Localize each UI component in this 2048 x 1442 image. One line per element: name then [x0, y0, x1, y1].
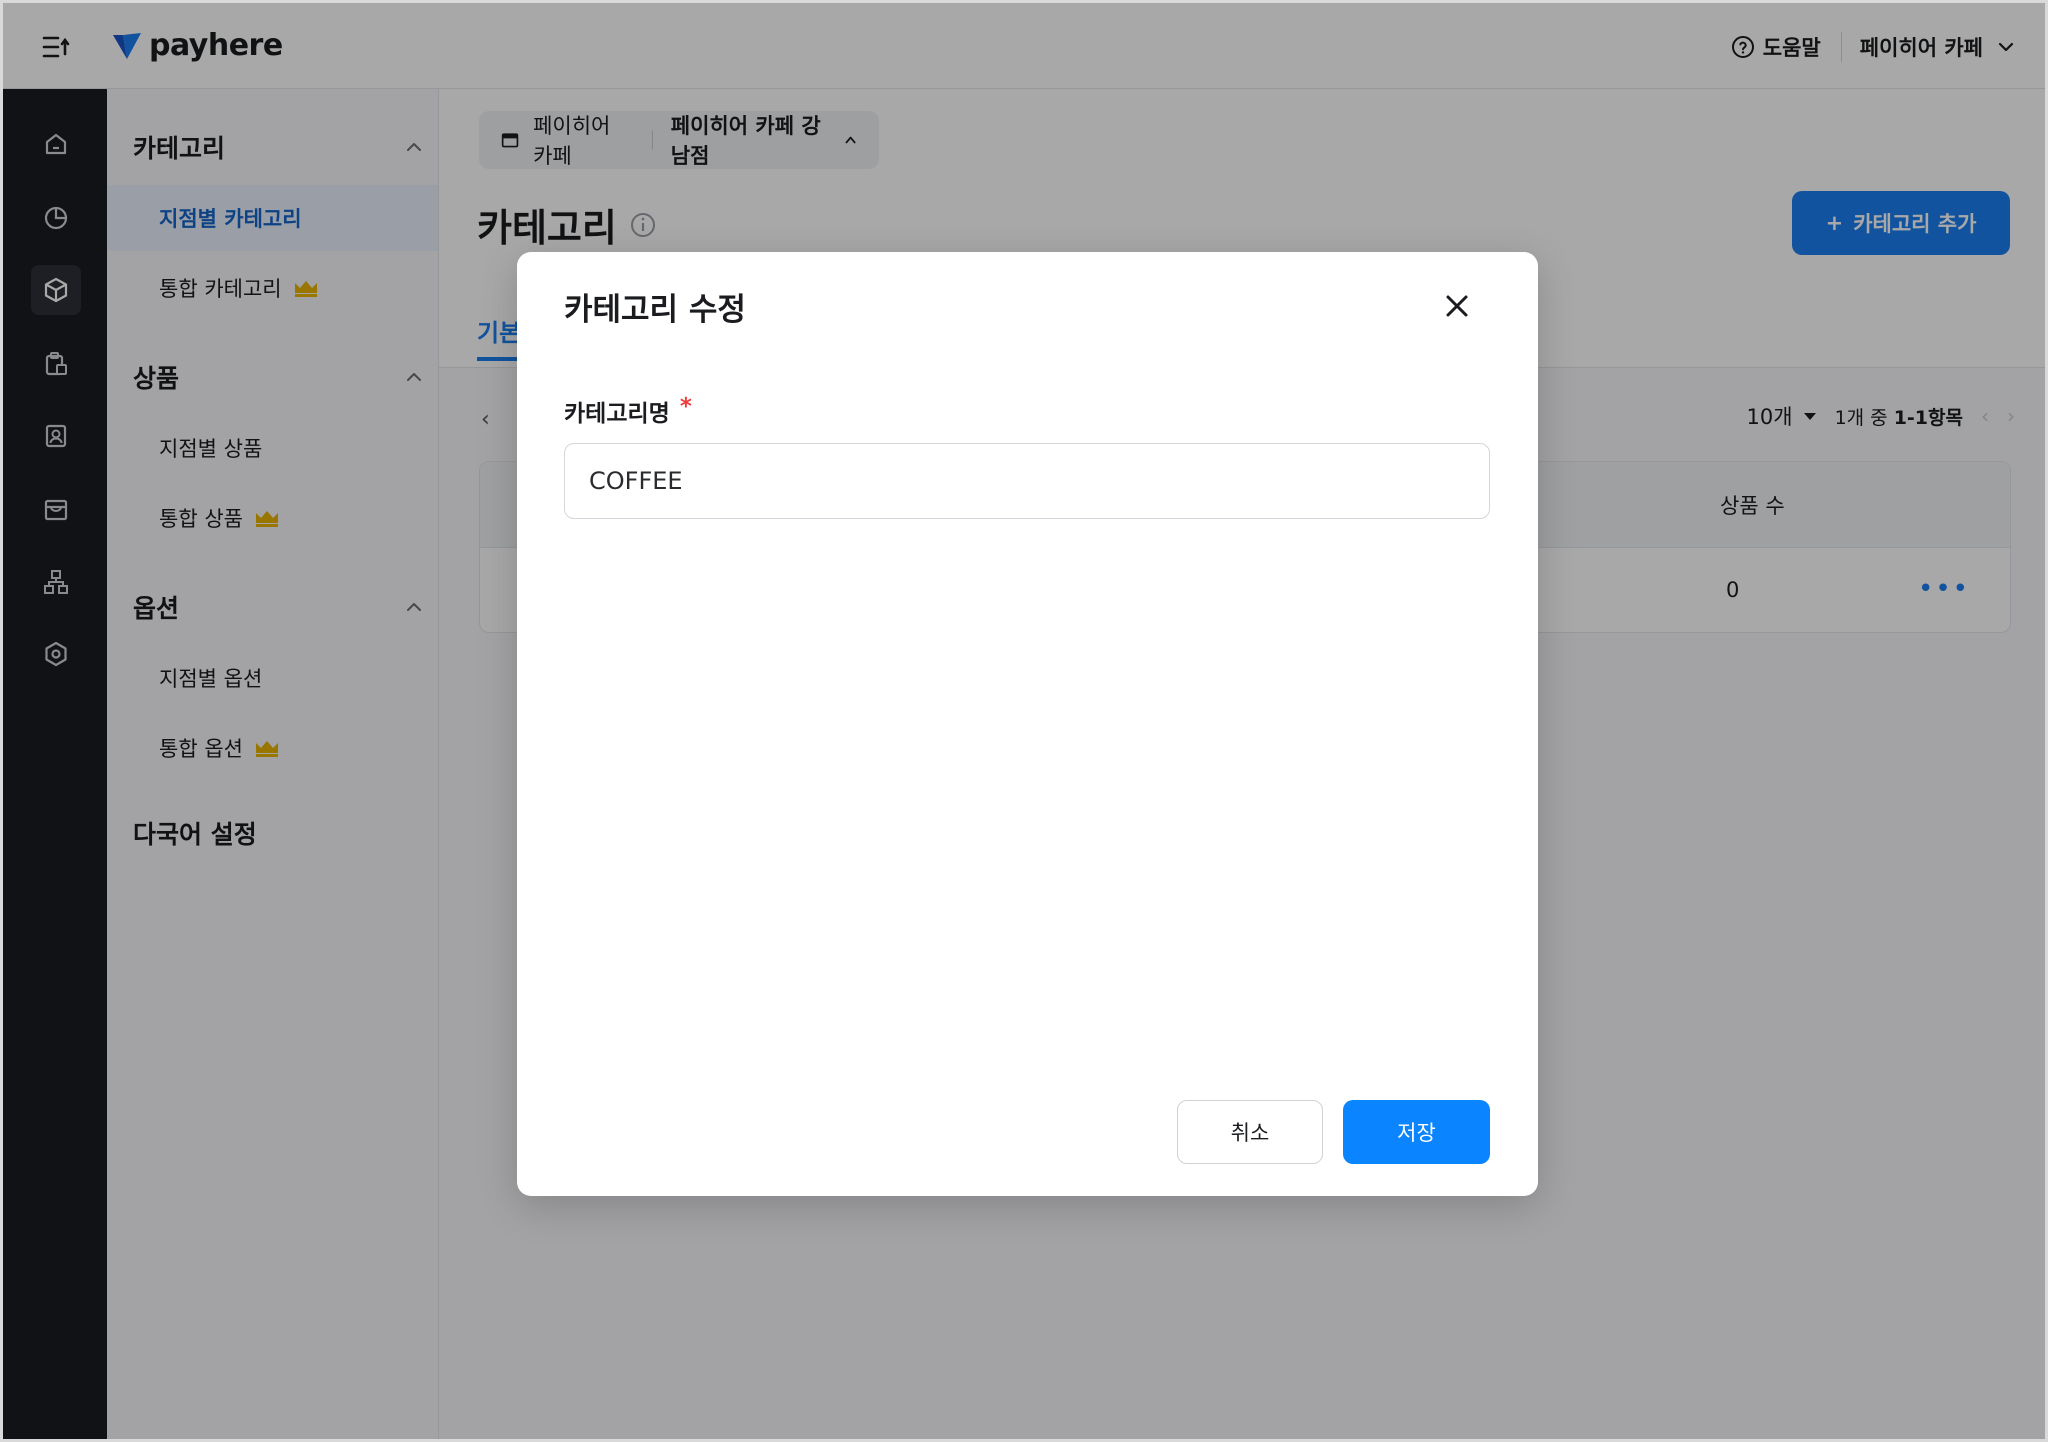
- cancel-button[interactable]: 취소: [1177, 1100, 1323, 1164]
- modal-title: 카테고리 수정: [564, 292, 746, 328]
- field-label-text: 카테고리명: [564, 401, 670, 427]
- app-window: payhere 도움말 페이히어 카페 카테고리 지점별 카테고리 통합 카테고…: [0, 0, 2048, 1442]
- required-mark: *: [679, 394, 692, 420]
- category-name-label: 카테고리명 *: [564, 394, 692, 428]
- close-icon[interactable]: [1437, 286, 1477, 326]
- save-button[interactable]: 저장: [1343, 1100, 1490, 1164]
- edit-category-modal: 카테고리 수정 카테고리명 * 취소 저장: [517, 252, 1538, 1196]
- category-name-input[interactable]: [564, 443, 1490, 519]
